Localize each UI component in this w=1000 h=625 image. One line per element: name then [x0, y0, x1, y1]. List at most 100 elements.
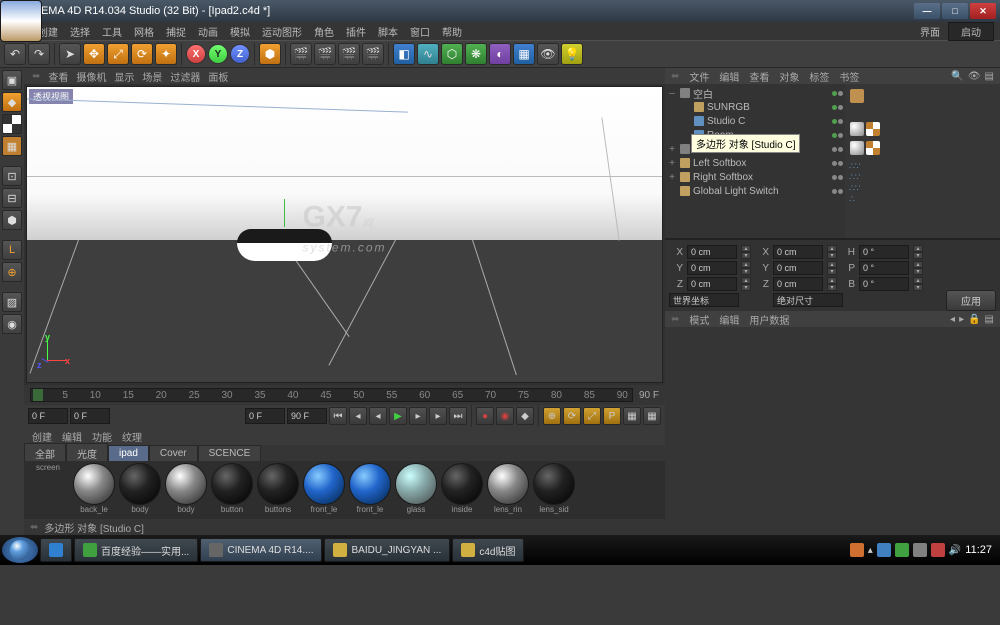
search-icon[interactable]: 🔍: [951, 71, 963, 82]
spline-tool[interactable]: ∿: [417, 43, 439, 65]
z-axis-lock[interactable]: Z: [230, 44, 250, 64]
render-region-button[interactable]: 🎬: [314, 43, 336, 65]
light-button[interactable]: 💡: [561, 43, 583, 65]
vtab-camera[interactable]: 摄像机: [76, 69, 106, 84]
timeline-ruler[interactable]: 051015202530354045505560657075808590: [30, 388, 633, 402]
material-item[interactable]: body: [118, 463, 162, 517]
goto-end-button[interactable]: ⏭: [449, 407, 467, 425]
key-rot-button[interactable]: ⟳: [563, 407, 581, 425]
model-mode[interactable]: ◆: [2, 92, 22, 112]
generator-button[interactable]: ⬡: [441, 43, 463, 65]
menu-icon[interactable]: ▤: [985, 314, 994, 325]
menu-script[interactable]: 脚本: [378, 24, 398, 39]
apply-button[interactable]: 应用: [946, 290, 996, 311]
menu-icon[interactable]: ▤: [985, 71, 994, 82]
render-view-button[interactable]: 🎬: [290, 43, 312, 65]
autokey-button[interactable]: ◉: [496, 407, 514, 425]
attr-tab-mode[interactable]: 模式: [689, 312, 709, 327]
om-tab-tags[interactable]: 标签: [809, 69, 829, 84]
rot-b-field[interactable]: 0 °: [859, 277, 909, 291]
tree-row[interactable]: SUNRGB: [667, 100, 843, 114]
next-frame-button[interactable]: ▸: [409, 407, 427, 425]
om-tab-obj[interactable]: 对象: [779, 69, 799, 84]
frame-a-field[interactable]: 0 F: [245, 408, 285, 424]
material-item[interactable]: lens_rin: [486, 463, 530, 517]
snap-toggle[interactable]: ▨: [2, 292, 22, 312]
soft-select[interactable]: ◉: [2, 314, 22, 334]
tree-row[interactable]: Global Light Switch: [667, 184, 843, 198]
mtab-ipad[interactable]: ipad: [108, 445, 149, 462]
volume-icon[interactable]: 🔊: [949, 545, 961, 556]
taskbar-item[interactable]: CINEMA 4D R14....: [200, 538, 322, 562]
tray-icon[interactable]: [850, 543, 864, 557]
vtab-scene[interactable]: 场景: [142, 69, 162, 84]
coord-system-button[interactable]: ⬢: [259, 43, 281, 65]
tag-icon[interactable]: [850, 122, 864, 136]
environment-button[interactable]: ▦: [513, 43, 535, 65]
om-tab-file[interactable]: 文件: [689, 69, 709, 84]
eye-icon[interactable]: 👁: [968, 71, 981, 82]
rotate-tool[interactable]: ⟳: [131, 43, 153, 65]
render-settings-button[interactable]: 🎬: [338, 43, 360, 65]
select-tool[interactable]: ➤: [59, 43, 81, 65]
point-mode[interactable]: ⊡: [2, 166, 22, 186]
material-item[interactable]: screen: [26, 463, 70, 517]
menu-char[interactable]: 角色: [314, 24, 334, 39]
material-item[interactable]: body: [164, 463, 208, 517]
scale-tool[interactable]: ⤢: [107, 43, 129, 65]
size-x-field[interactable]: 0 cm: [773, 245, 823, 259]
prev-key-button[interactable]: ◂: [349, 407, 367, 425]
vtab-filter[interactable]: 过滤器: [170, 69, 200, 84]
vtab-panel[interactable]: 面板: [208, 69, 228, 84]
key-param-button[interactable]: P: [603, 407, 621, 425]
size-mode-select[interactable]: 绝对尺寸: [773, 293, 843, 307]
menu-help[interactable]: 帮助: [442, 24, 462, 39]
tray-icon[interactable]: [895, 543, 909, 557]
viewport[interactable]: 透视视图 GX7网 system.com y x z: [26, 86, 663, 383]
tray-icon[interactable]: [877, 543, 891, 557]
mat-menu-func[interactable]: 功能: [92, 429, 112, 444]
mat-menu-edit[interactable]: 编辑: [62, 429, 82, 444]
rot-h-field[interactable]: 0 °: [859, 245, 909, 259]
menu-snap[interactable]: 捕捉: [166, 24, 186, 39]
clock[interactable]: 11:27: [965, 544, 992, 556]
nav-fwd-icon[interactable]: ▸: [959, 314, 964, 325]
tree-row[interactable]: –空白: [667, 86, 843, 100]
maximize-button[interactable]: □: [942, 3, 968, 19]
next-key-button[interactable]: ▸: [429, 407, 447, 425]
mat-menu-tex[interactable]: 纹理: [122, 429, 142, 444]
taskbar-item[interactable]: c4d贴图: [452, 538, 524, 562]
frame-start-field[interactable]: 0 F: [28, 408, 68, 424]
om-tab-book[interactable]: 书签: [839, 69, 859, 84]
tray-icon[interactable]: [931, 543, 945, 557]
make-editable[interactable]: ▣: [2, 70, 22, 90]
tag-icon[interactable]: [866, 122, 880, 136]
render-pv-button[interactable]: 🎬: [362, 43, 384, 65]
material-item[interactable]: back_le: [72, 463, 116, 517]
system-tray[interactable]: ▴ 🔊 11:27: [850, 543, 998, 557]
axis-mode[interactable]: L: [2, 240, 22, 260]
menu-select[interactable]: 选择: [70, 24, 90, 39]
y-axis-lock[interactable]: Y: [208, 44, 228, 64]
generator2-button[interactable]: ❋: [465, 43, 487, 65]
taskbar-item[interactable]: BAIDU_JINGYAN ...: [324, 538, 450, 562]
key-opt2-button[interactable]: ▦: [643, 407, 661, 425]
move-tool[interactable]: ✥: [83, 43, 105, 65]
tag-icon[interactable]: [850, 141, 864, 155]
mtab-scence[interactable]: SCENCE: [198, 445, 262, 462]
mat-menu-create[interactable]: 创建: [32, 429, 52, 444]
frame-current-field[interactable]: 0 F: [70, 408, 110, 424]
object-tree[interactable]: –空白 SUNRGB Studio C Room +o +Left Softbo…: [665, 84, 845, 238]
coord-mode-select[interactable]: 世界坐标: [669, 293, 739, 307]
undo-button[interactable]: ↶: [4, 43, 26, 65]
x-axis-lock[interactable]: X: [186, 44, 206, 64]
attr-tab-edit[interactable]: 编辑: [719, 312, 739, 327]
tree-row[interactable]: +Right Softbox: [667, 170, 843, 184]
taskbar-item[interactable]: [40, 538, 72, 562]
tag-icon[interactable]: [850, 89, 864, 103]
material-item[interactable]: glass: [394, 463, 438, 517]
workplane-mode[interactable]: ▦: [2, 136, 22, 156]
attr-tab-user[interactable]: 用户数据: [749, 312, 789, 327]
size-y-field[interactable]: 0 cm: [773, 261, 823, 275]
material-item[interactable]: lens_sid: [532, 463, 576, 517]
